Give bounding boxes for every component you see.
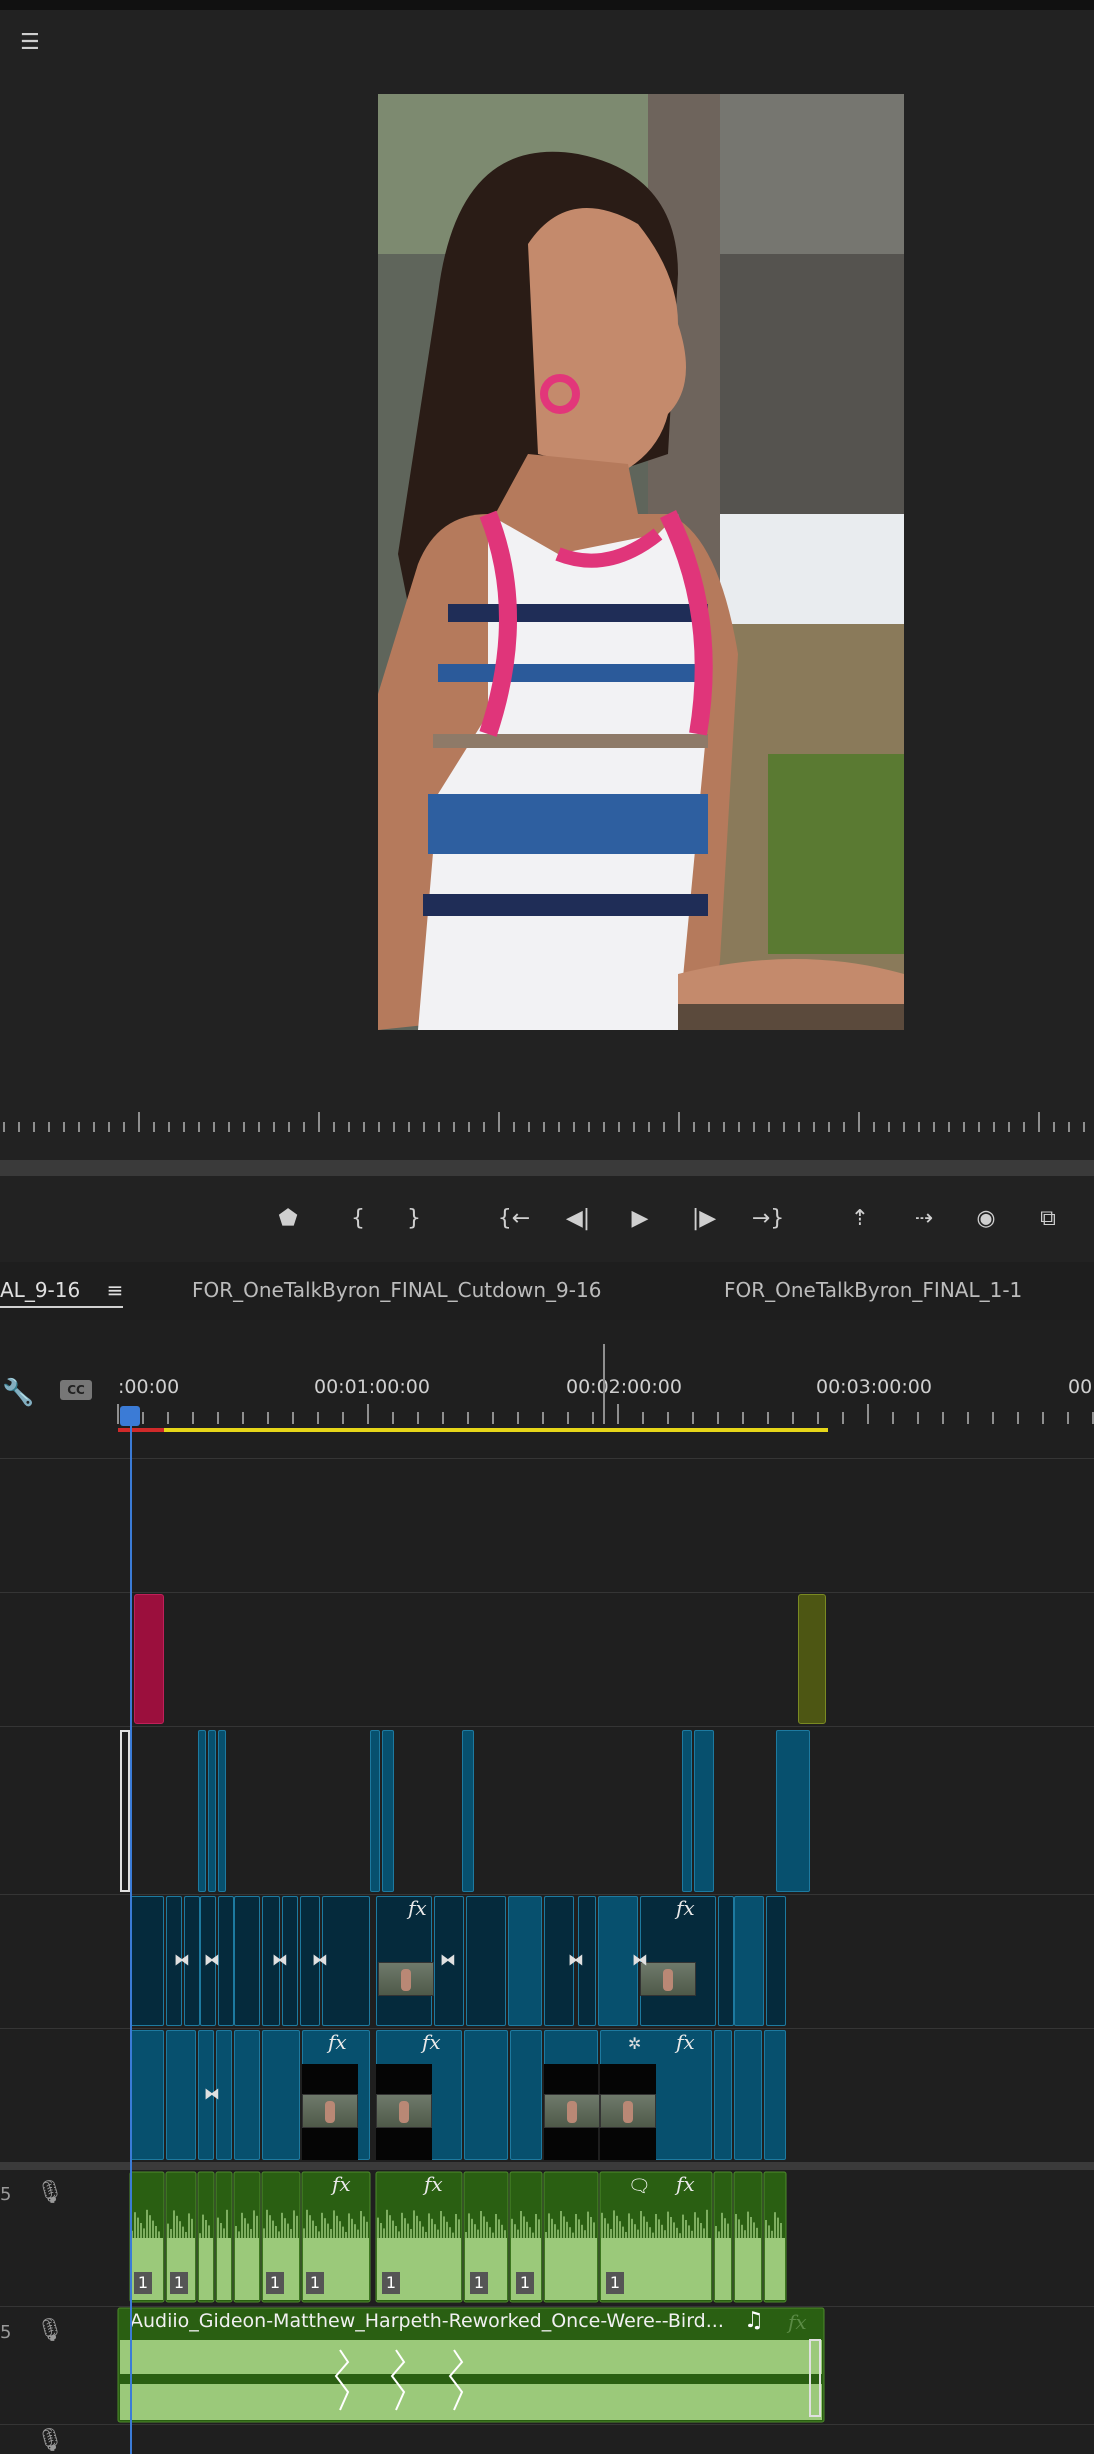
microphone-icon[interactable]: 🎙 bbox=[36, 2318, 64, 2343]
voice-effect-icon: 🗨 bbox=[628, 2176, 651, 2197]
fx-badge: fx bbox=[424, 2172, 443, 2196]
clip-channel-badge: 1 bbox=[134, 2272, 152, 2294]
audio-waveform bbox=[217, 2238, 231, 2300]
audio-waveform bbox=[199, 2238, 213, 2300]
clip-channel-badge: 1 bbox=[606, 2272, 624, 2294]
clip-channel-badge: 1 bbox=[306, 2272, 324, 2294]
fx-badge: fx bbox=[332, 2172, 351, 2196]
audio-waveform bbox=[715, 2238, 731, 2300]
clip-channel-badge: 1 bbox=[170, 2272, 188, 2294]
audio-waveform bbox=[765, 2238, 785, 2300]
audio-clip-name: Audiio_Gideon-Matthew_Harpeth-Reworked_O… bbox=[130, 2310, 724, 2332]
music-note-icon: ♫ bbox=[744, 2308, 764, 2333]
audio-waveform bbox=[735, 2238, 761, 2300]
audio-clips-layer bbox=[117, 2171, 825, 2423]
clip-channel-badge: 1 bbox=[516, 2272, 534, 2294]
clip-channel-badge: 1 bbox=[470, 2272, 488, 2294]
audio-waveform bbox=[235, 2238, 259, 2300]
music-waveform-center bbox=[120, 2374, 822, 2384]
clip-channel-badge: 1 bbox=[382, 2272, 400, 2294]
fx-badge: fx bbox=[788, 2310, 807, 2334]
playhead-line[interactable] bbox=[130, 1420, 132, 2454]
fx-badge: fx bbox=[676, 2172, 695, 2196]
microphone-icon[interactable]: 🎙 bbox=[36, 2428, 64, 2453]
audio-waveform bbox=[545, 2238, 597, 2300]
track-label: 5 bbox=[0, 2322, 12, 2343]
clip-channel-badge: 1 bbox=[266, 2272, 284, 2294]
